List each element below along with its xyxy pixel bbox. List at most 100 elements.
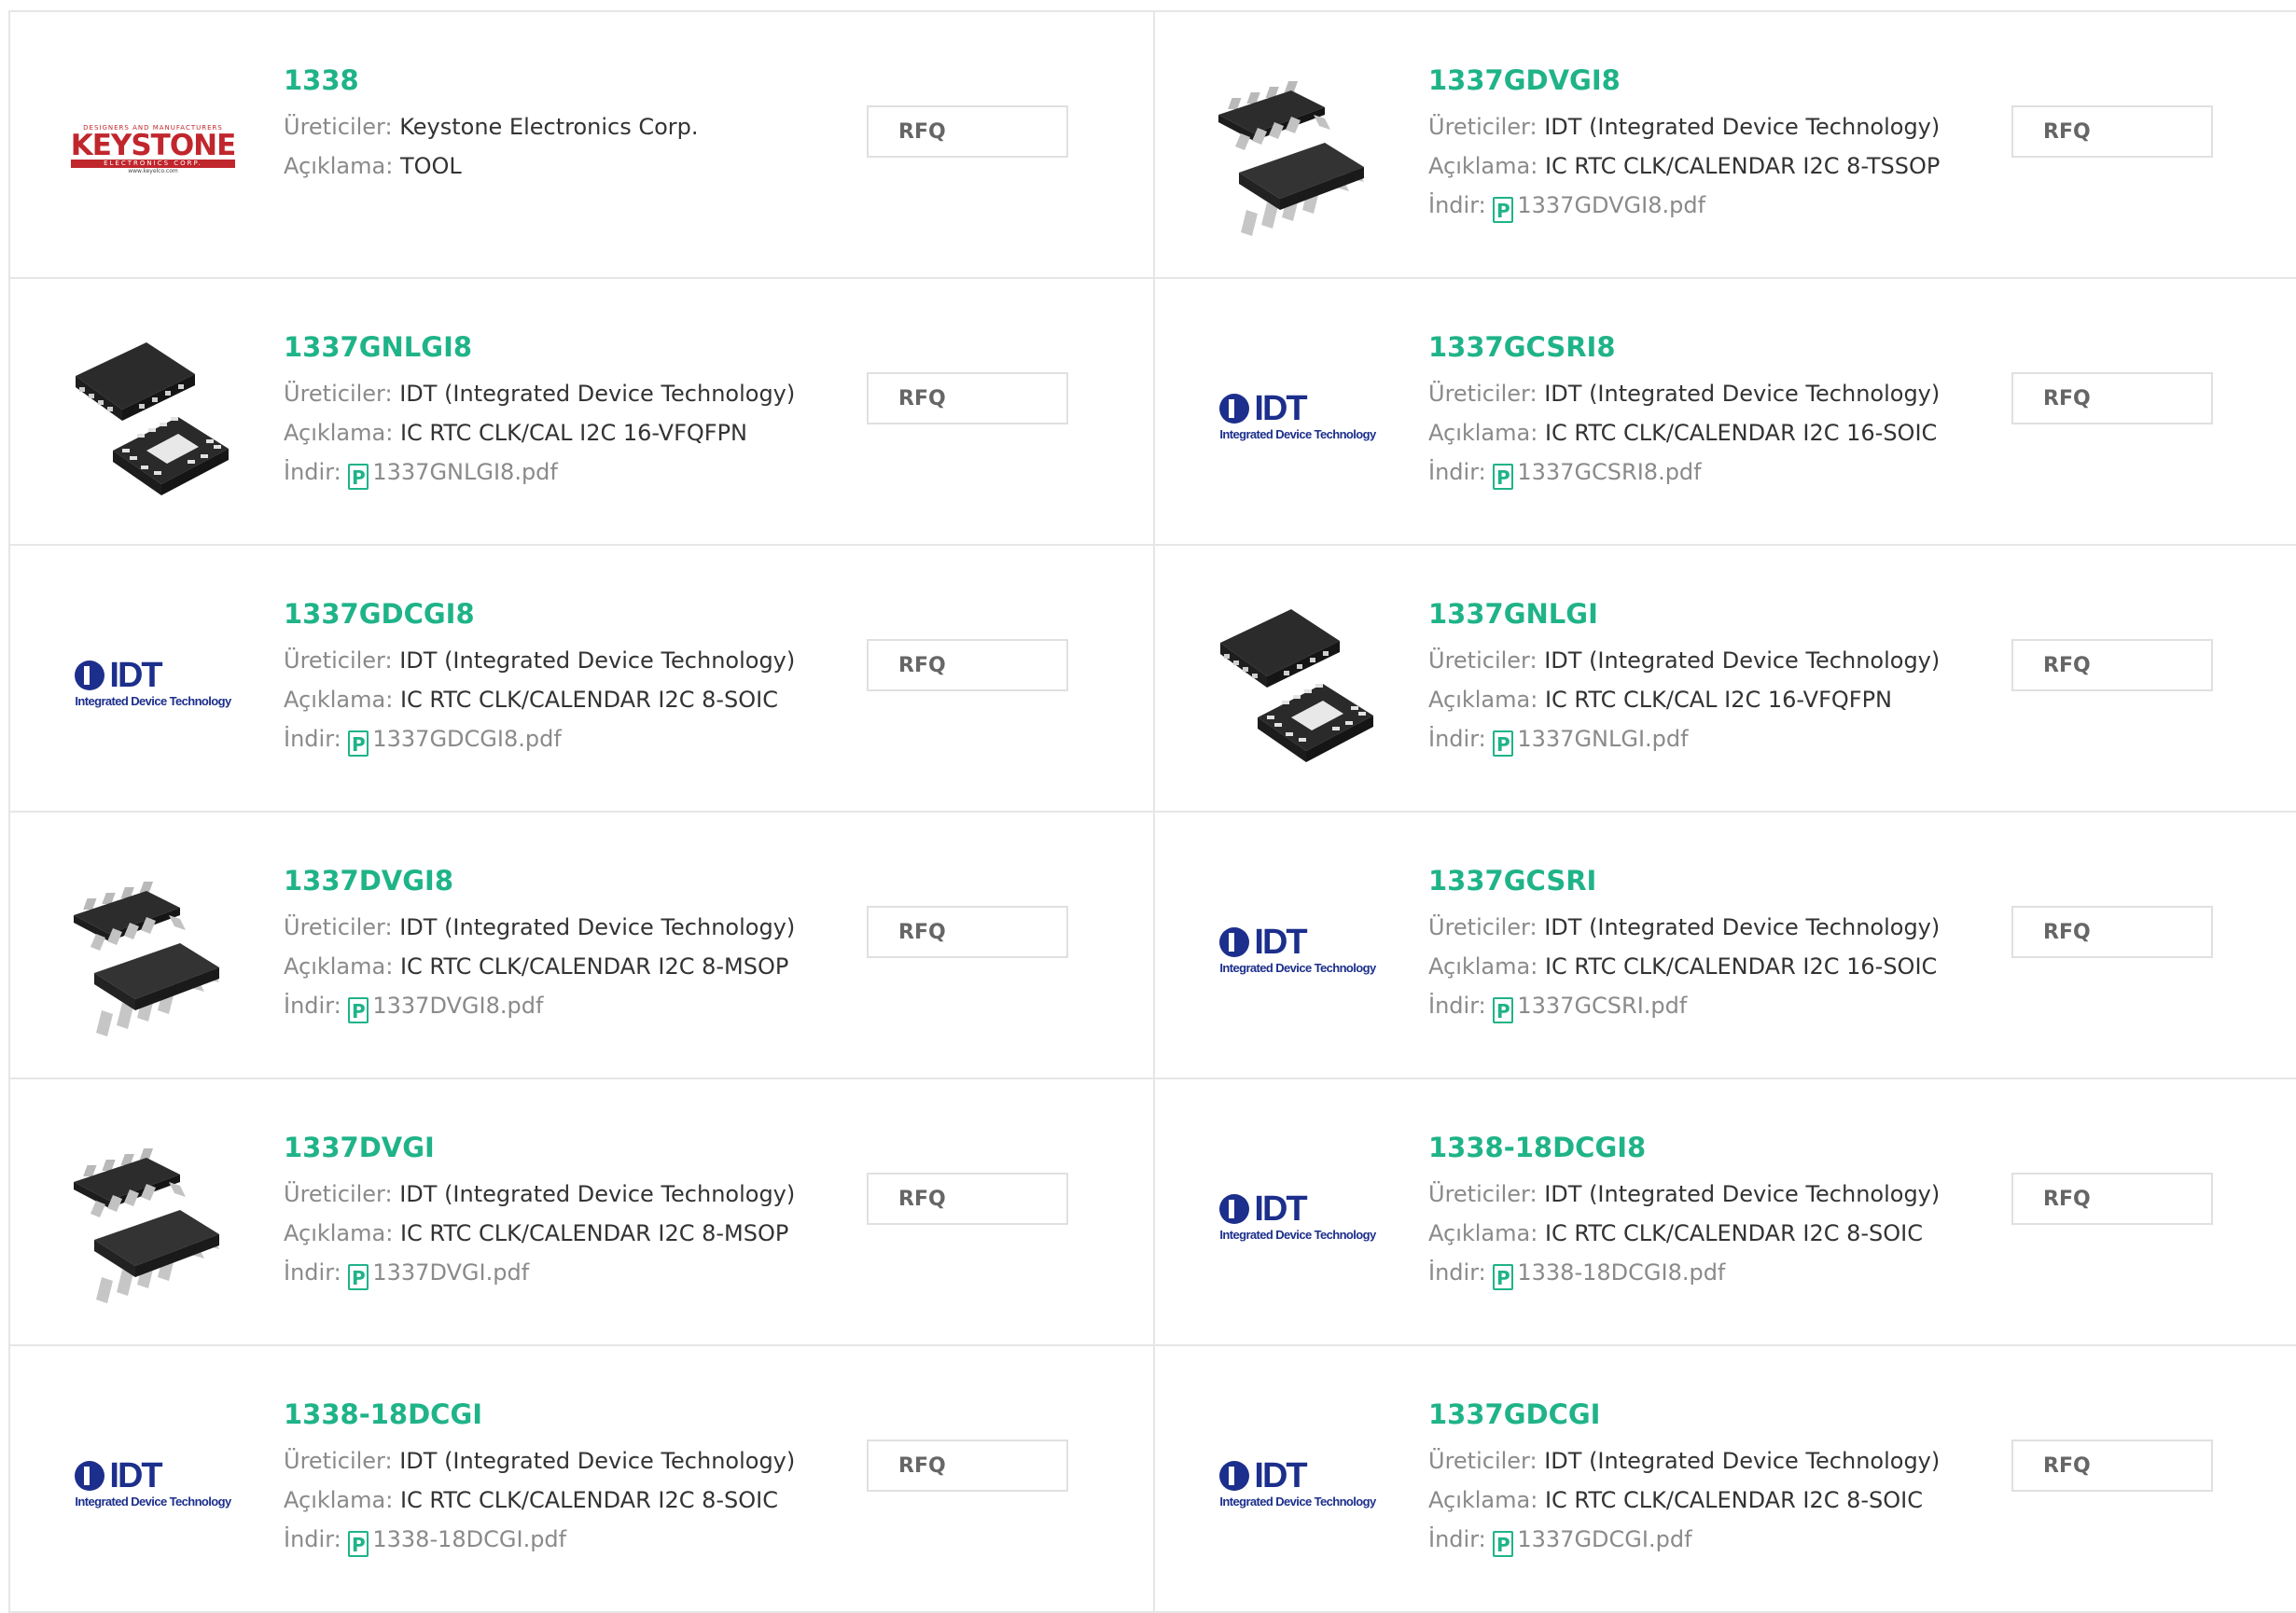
datasheet-link[interactable]: 1337GDVGI8.pdf (1517, 192, 1705, 218)
rfq-button[interactable]: RFQ (867, 639, 1068, 691)
manufacturer-label: Üreticiler: (1428, 114, 1538, 140)
product-image[interactable]: DESIGNERS AND MANUFACTURERS KEYSTONE ELE… (57, 53, 249, 245)
rfq-button[interactable]: RFQ (867, 906, 1068, 958)
pdf-icon[interactable]: P (1493, 1531, 1514, 1557)
manufacturer-row: Üreticiler: IDT (Integrated Device Techn… (1428, 107, 1988, 146)
manufacturer-label: Üreticiler: (284, 114, 393, 140)
pdf-icon[interactable]: P (348, 1531, 369, 1557)
description-value: IC RTC CLK/CAL I2C 16-VFQFPN (399, 420, 747, 446)
pdf-icon[interactable]: P (1493, 730, 1514, 757)
part-number-link[interactable]: 1337GNLGI (1428, 594, 1988, 633)
part-number-link[interactable]: 1337GDVGI8 (1428, 61, 1988, 100)
description-label: Açıklama: (284, 1487, 394, 1513)
description-row: Açıklama: IC RTC CLK/CALENDAR I2C 8-MSOP (284, 947, 843, 986)
download-row: İndir: P 1337GNLGI8.pdf (284, 452, 843, 492)
description-value: IC RTC CLK/CALENDAR I2C 8-SOIC (1544, 1487, 1924, 1513)
pdf-icon[interactable]: P (348, 730, 369, 757)
download-row: İndir: P 1337GCSRI.pdf (1428, 986, 1988, 1025)
product-info: 1338 Üreticiler: Keystone Electronics Co… (284, 61, 843, 186)
pdf-icon[interactable]: P (348, 997, 369, 1023)
datasheet-link[interactable]: 1337GCSRI.pdf (1517, 993, 1687, 1019)
idt-wordmark: IDT (1254, 1189, 1307, 1229)
datasheet-link[interactable]: 1338-18DCGI8.pdf (1517, 1259, 1725, 1286)
part-number-link[interactable]: 1337DVGI (284, 1128, 843, 1167)
idt-wordmark: IDT (109, 655, 162, 695)
description-value: IC RTC CLK/CALENDAR I2C 8-TSSOP (1544, 153, 1941, 179)
rfq-button[interactable]: RFQ (2011, 639, 2213, 691)
product-image[interactable]: IDT Integrated Device Technology (1202, 854, 1394, 1046)
rfq-button[interactable]: RFQ (867, 1173, 1068, 1225)
idt-subtitle: Integrated Device Technology (1219, 426, 1376, 441)
product-card: 1337GDVGI8 Üreticiler: IDT (Integrated D… (1155, 12, 2296, 279)
rfq-button[interactable]: RFQ (867, 1439, 1068, 1492)
rfq-button[interactable]: RFQ (2011, 906, 2213, 958)
pdf-icon[interactable]: P (1493, 197, 1514, 223)
description-label: Açıklama: (1428, 953, 1538, 980)
description-value: IC RTC CLK/CALENDAR I2C 8-MSOP (399, 953, 789, 980)
product-image[interactable] (57, 1120, 249, 1313)
datasheet-link[interactable]: 1337GDCGI.pdf (1517, 1526, 1691, 1552)
idt-wordmark: IDT (109, 1455, 162, 1495)
manufacturer-label: Üreticiler: (1428, 914, 1538, 940)
download-label: İndir: (284, 726, 341, 752)
manufacturer-value: IDT (Integrated Device Technology) (1544, 1181, 1941, 1207)
product-image[interactable]: IDT Integrated Device Technology (1202, 320, 1394, 512)
part-number-link[interactable]: 1338-18DCGI8 (1428, 1128, 1988, 1167)
pdf-icon[interactable]: P (348, 464, 369, 490)
idt-subtitle: Integrated Device Technology (1219, 1494, 1376, 1509)
product-grid: DESIGNERS AND MANUFACTURERS KEYSTONE ELE… (8, 10, 2296, 1613)
part-number-link[interactable]: 1337GNLGI8 (284, 327, 843, 367)
datasheet-link[interactable]: 1337GCSRI8.pdf (1517, 459, 1701, 485)
description-label: Açıklama: (1428, 153, 1538, 179)
product-image[interactable]: IDT Integrated Device Technology (1202, 1120, 1394, 1313)
download-row: İndir: P 1337GCSRI8.pdf (1428, 452, 1988, 492)
pdf-icon[interactable]: P (348, 1264, 369, 1290)
manufacturer-row: Üreticiler: IDT (Integrated Device Techn… (284, 374, 843, 413)
product-image[interactable]: IDT Integrated Device Technology (57, 587, 249, 779)
datasheet-link[interactable]: 1337GNLGI.pdf (1517, 726, 1688, 752)
datasheet-link[interactable]: 1337DVGI.pdf (372, 1259, 529, 1286)
description-label: Açıklama: (284, 153, 394, 179)
pdf-icon[interactable]: P (1493, 997, 1514, 1023)
description-value: IC RTC CLK/CALENDAR I2C 8-MSOP (399, 1220, 789, 1246)
pdf-icon[interactable]: P (1493, 464, 1514, 490)
download-label: İndir: (1428, 192, 1486, 218)
product-image[interactable] (1202, 587, 1394, 779)
part-number-link[interactable]: 1337GDCGI8 (284, 594, 843, 633)
part-number-link[interactable]: 1338-18DCGI (284, 1395, 843, 1434)
rfq-button[interactable]: RFQ (2011, 1173, 2213, 1225)
product-info: 1337DVGI8 Üreticiler: IDT (Integrated De… (284, 861, 843, 1025)
rfq-button[interactable]: RFQ (2011, 105, 2213, 158)
manufacturer-row: Üreticiler: IDT (Integrated Device Techn… (1428, 641, 1988, 680)
manufacturer-label: Üreticiler: (284, 647, 393, 674)
product-image[interactable] (57, 854, 249, 1046)
product-info: 1338-18DCGI8 Üreticiler: IDT (Integrated… (1428, 1128, 1988, 1292)
pdf-icon[interactable]: P (1493, 1264, 1514, 1290)
rfq-button[interactable]: RFQ (867, 105, 1068, 158)
idt-logo: IDT Integrated Device Technology (1219, 1189, 1376, 1242)
datasheet-link[interactable]: 1338-18DCGI.pdf (372, 1526, 566, 1552)
rfq-button[interactable]: RFQ (2011, 1439, 2213, 1492)
keystone-logo: DESIGNERS AND MANUFACTURERS KEYSTONE ELE… (70, 124, 236, 174)
product-image[interactable] (57, 320, 249, 512)
rfq-button[interactable]: RFQ (867, 372, 1068, 424)
download-row: İndir: P 1337GNLGI.pdf (1428, 719, 1988, 758)
product-image[interactable] (1202, 53, 1394, 245)
part-number-link[interactable]: 1338 (284, 61, 843, 100)
qfn-chip-image (76, 342, 229, 495)
product-card: 1337DVGI Üreticiler: IDT (Integrated Dev… (10, 1079, 1155, 1346)
datasheet-link[interactable]: 1337DVGI8.pdf (372, 993, 543, 1019)
manufacturer-label: Üreticiler: (1428, 647, 1538, 674)
datasheet-link[interactable]: 1337GDCGI8.pdf (372, 726, 561, 752)
description-value: IC RTC CLK/CALENDAR I2C 16-SOIC (1544, 420, 1938, 446)
part-number-link[interactable]: 1337GCSRI (1428, 861, 1988, 900)
product-image[interactable]: IDT Integrated Device Technology (57, 1387, 249, 1579)
part-number-link[interactable]: 1337GDCGI (1428, 1395, 1988, 1434)
product-image[interactable]: IDT Integrated Device Technology (1202, 1387, 1394, 1579)
part-number-link[interactable]: 1337DVGI8 (284, 861, 843, 900)
datasheet-link[interactable]: 1337GNLGI8.pdf (372, 459, 558, 485)
description-row: Açıklama: IC RTC CLK/CALENDAR I2C 8-SOIC (1428, 1214, 1988, 1253)
part-number-link[interactable]: 1337GCSRI8 (1428, 327, 1988, 367)
idt-mark: IDT (1219, 1458, 1375, 1494)
rfq-button[interactable]: RFQ (2011, 372, 2213, 424)
